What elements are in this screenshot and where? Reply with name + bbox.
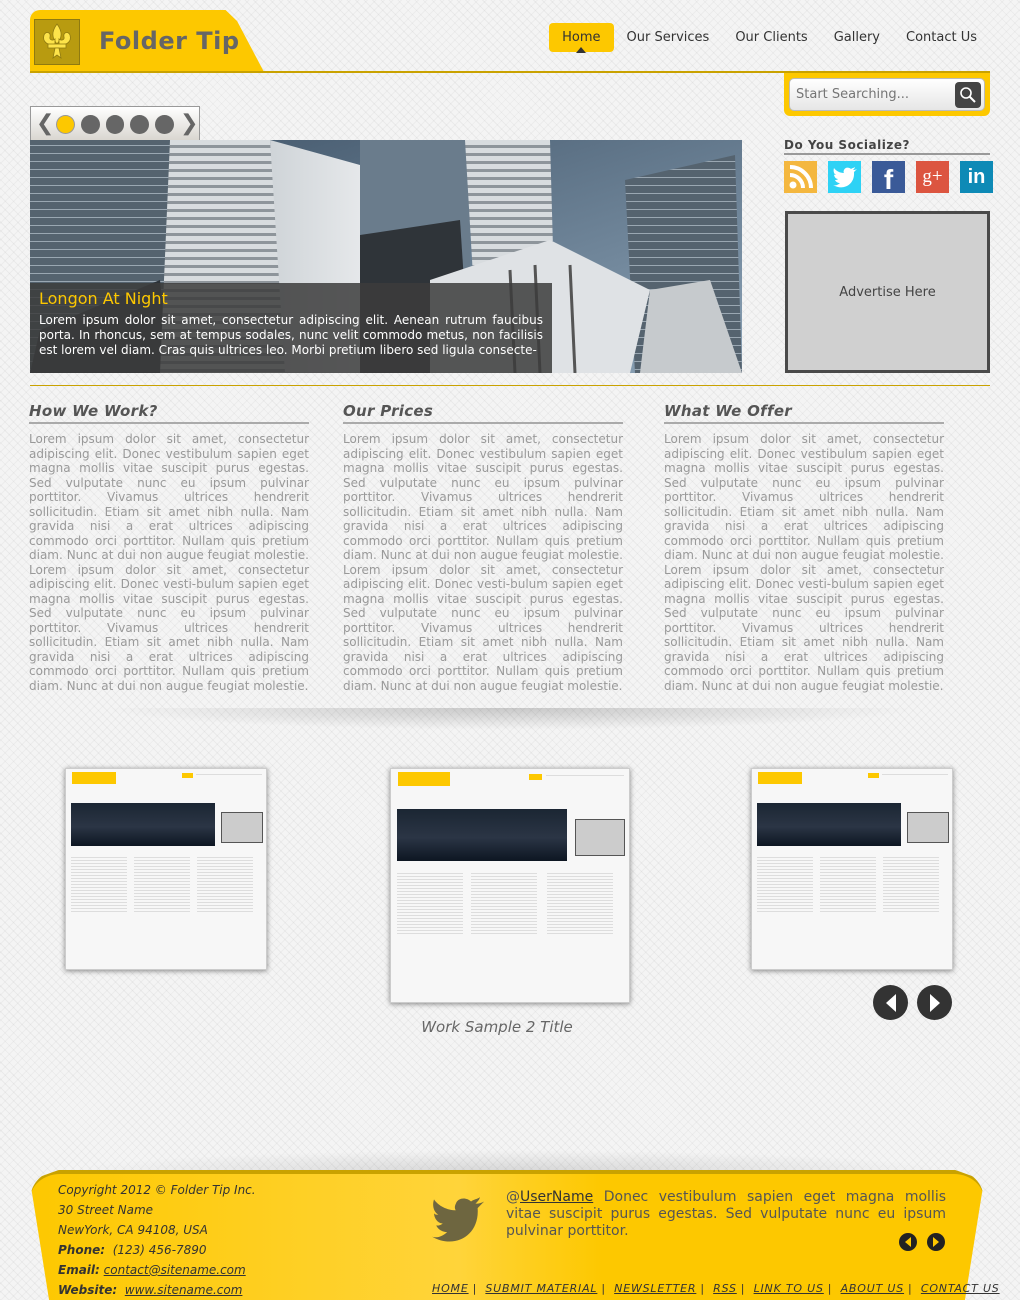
footer-street: 30 Street Name — [58, 1203, 154, 1217]
samples-prev-button[interactable] — [873, 985, 908, 1020]
footer-link-submit-material[interactable]: SUBMIT MATERIAL — [485, 1282, 597, 1295]
tweet: @UserName Donec vestibulum sapien eget m… — [506, 1189, 946, 1239]
thumb-ad — [907, 812, 949, 843]
footer-link-about-us[interactable]: ABOUT US — [841, 1282, 904, 1295]
slide-image[interactable]: Longon At Night Lorem ipsum dolor sit am… — [30, 140, 742, 373]
thumb-photo — [71, 803, 215, 846]
thumb-ad — [575, 819, 625, 856]
footer-contact: Copyright 2012 © Folder Tip Inc. 30 Stre… — [58, 1180, 256, 1300]
column-title: How We Work? — [29, 402, 309, 424]
tweet-username[interactable]: UserName — [520, 1189, 593, 1205]
footer-city: NewYork, CA 94108, USA — [58, 1223, 208, 1237]
footer-link-link-to-us[interactable]: LINK TO US — [754, 1282, 824, 1295]
slider-dot-3[interactable] — [105, 114, 125, 134]
column-title: What We Offer — [664, 402, 944, 424]
triangle-right-icon — [933, 1237, 939, 1247]
footer-link-newsletter[interactable]: NEWSLETTER — [614, 1282, 696, 1295]
linkedin-icon[interactable]: in — [960, 161, 993, 193]
thumb-photo — [757, 803, 901, 846]
footer-copyright: Copyright 2012 © Folder Tip Inc. — [58, 1183, 256, 1197]
google-plus-icon[interactable]: g+ — [916, 161, 949, 193]
phone-label: Phone: — [58, 1243, 106, 1257]
column-our-prices: Our Prices Lorem ipsum dolor sit amet, c… — [343, 402, 623, 693]
slider-dot-4[interactable] — [130, 114, 150, 134]
content-divider — [30, 385, 990, 386]
footer-shadow — [60, 1150, 960, 1172]
column-what-we-offer: What We Offer Lorem ipsum dolor sit amet… — [664, 402, 944, 693]
work-sample-3[interactable] — [751, 768, 953, 970]
search-button[interactable] — [955, 82, 981, 108]
thumb-nav — [182, 773, 193, 778]
twitter-icon[interactable] — [828, 161, 861, 193]
footer-links: HOME | SUBMIT MATERIAL | NEWSLETTER | RSS | … — [432, 1282, 1000, 1295]
column-title: Our Prices — [343, 402, 623, 424]
thumb-ad — [221, 812, 263, 843]
phone-value: (123) 456-7890 — [112, 1243, 207, 1257]
triangle-left-icon — [885, 993, 896, 1012]
fleur-de-lis-icon — [43, 23, 71, 59]
search-input[interactable] — [790, 79, 950, 110]
advertise-label: Advertise Here — [839, 284, 936, 300]
slider-prev-icon[interactable]: ❮ — [36, 113, 54, 135]
main-nav: Home Our Services Our Clients Gallery Co… — [549, 23, 990, 52]
tweet-prev-button[interactable] — [899, 1233, 917, 1251]
samples-next-button[interactable] — [917, 985, 952, 1020]
slider-next-icon[interactable]: ❯ — [180, 113, 198, 135]
work-sample-2[interactable] — [390, 768, 630, 1003]
nav-gallery[interactable]: Gallery — [821, 23, 893, 52]
tweet-next-button[interactable] — [927, 1233, 945, 1251]
footer-link-home[interactable]: HOME — [432, 1282, 469, 1295]
search-box — [789, 78, 985, 111]
work-sample-title: Work Sample 2 Title — [421, 1018, 573, 1036]
footer-link-contact-us[interactable]: CONTACT US — [921, 1282, 1000, 1295]
slider-dot-5[interactable] — [155, 114, 174, 134]
footer-link-rss[interactable]: RSS — [713, 1282, 737, 1295]
facebook-icon[interactable]: f — [872, 161, 905, 195]
search-bar — [784, 73, 990, 116]
slide-caption-title: Longon At Night — [39, 289, 168, 308]
thumb-nav — [868, 773, 879, 778]
slide-caption-text: Lorem ipsum dolor sit amet, consectetur … — [39, 313, 543, 357]
slider-dot-1[interactable] — [56, 114, 75, 134]
advertise-box[interactable]: Advertise Here — [785, 211, 990, 373]
thumb-logo — [72, 772, 116, 784]
thumb-nav — [529, 774, 542, 780]
thumb-logo — [758, 772, 802, 784]
triangle-right-icon — [929, 993, 940, 1012]
section-shadow — [100, 708, 920, 730]
nav-our-clients[interactable]: Our Clients — [722, 23, 820, 52]
work-sample-1[interactable] — [65, 768, 267, 970]
nav-contact-us[interactable]: Contact Us — [893, 23, 990, 52]
social-icons: f g+ in — [784, 161, 993, 195]
email-link[interactable]: contact@sitename.com — [104, 1263, 246, 1277]
triangle-left-icon — [905, 1237, 911, 1247]
slider-controls: ❮ ❯ — [30, 106, 200, 141]
thumb-logo — [398, 772, 450, 786]
column-text: Lorem ipsum dolor sit amet, consectetur … — [29, 432, 309, 693]
column-text: Lorem ipsum dolor sit amet, consectetur … — [664, 432, 944, 693]
rss-icon[interactable] — [784, 161, 817, 193]
website-label: Website: — [58, 1283, 118, 1297]
email-label: Email: — [58, 1263, 100, 1277]
column-text: Lorem ipsum dolor sit amet, consectetur … — [343, 432, 623, 693]
twitter-bird-icon — [425, 1195, 491, 1247]
search-icon — [960, 87, 976, 103]
slider-dot-2[interactable] — [80, 114, 100, 134]
site-title: Folder Tip — [99, 27, 240, 55]
slide-caption: Longon At Night Lorem ipsum dolor sit am… — [30, 283, 552, 373]
logo[interactable] — [34, 19, 80, 65]
website-link[interactable]: www.sitename.com — [125, 1283, 243, 1297]
thumb-photo — [397, 809, 567, 861]
nav-home[interactable]: Home — [549, 23, 614, 52]
nav-our-services[interactable]: Our Services — [614, 23, 723, 52]
social-heading: Do You Socialize? — [784, 138, 990, 155]
column-how-we-work: How We Work? Lorem ipsum dolor sit amet,… — [29, 402, 309, 693]
